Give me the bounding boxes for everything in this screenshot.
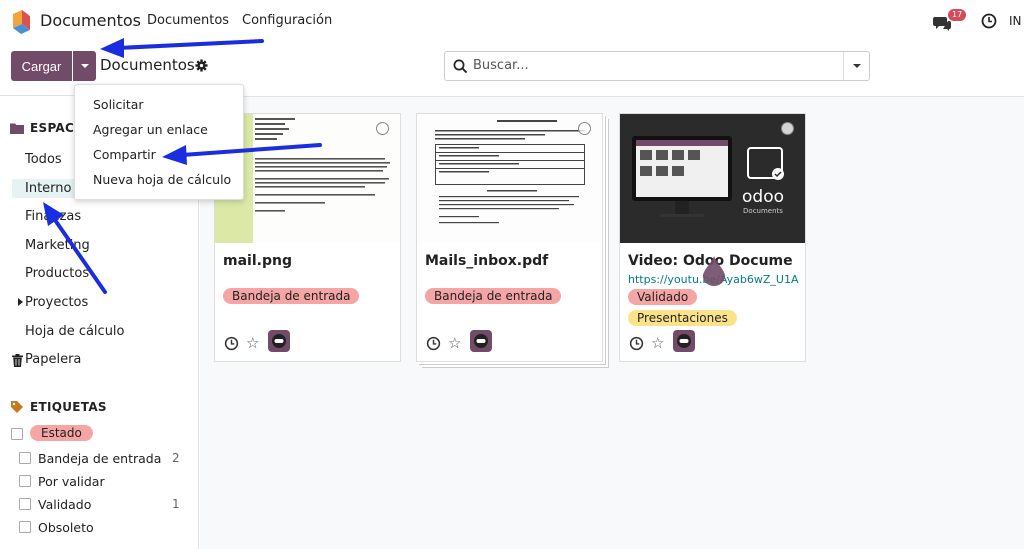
trash-icon — [12, 354, 23, 367]
clock-icon[interactable] — [981, 13, 997, 29]
tag-count: 2 — [172, 451, 180, 465]
sidebar-item-marketing[interactable]: Marketing — [25, 238, 90, 253]
breadcrumb: Documentos — [100, 56, 195, 74]
avatar-icon — [272, 334, 286, 348]
menu-item-nueva-hoja[interactable]: Nueva hoja de cálculo — [75, 170, 243, 195]
sidebar-item-finanzas[interactable]: Finanzas — [25, 209, 81, 224]
search-options-toggle[interactable] — [843, 52, 870, 80]
thumb-caption: Documents — [743, 207, 783, 215]
search-input[interactable] — [473, 58, 833, 73]
workspaces-title: ESPACIOS DE TRABAJO — [30, 121, 74, 135]
tag-icon — [11, 401, 23, 413]
top-navbar: Documentos Documentos Configuración 17 I… — [0, 0, 1024, 43]
menu-item-agregar-enlace[interactable]: Agregar un enlace — [75, 120, 243, 145]
document-card[interactable]: odoo Documents Video: Odoo Documents htt… — [619, 113, 806, 362]
sidebar-item-interno[interactable]: Interno — [12, 179, 84, 198]
document-card[interactable]: Mails_inbox.pdf Bandeja de entrada ☆ — [416, 113, 603, 362]
avatar[interactable] — [470, 330, 492, 352]
avatar-icon — [474, 334, 488, 348]
tag-group-estado[interactable]: Estado — [30, 425, 93, 441]
select-checkbox[interactable] — [578, 122, 591, 135]
upload-dropdown-toggle[interactable] — [73, 51, 96, 81]
upload-button[interactable]: Cargar — [11, 51, 72, 81]
clock-icon[interactable] — [629, 336, 644, 351]
sidebar-item-papelera[interactable]: Papelera — [25, 352, 81, 367]
menu-item-solicitar[interactable]: Solicitar — [75, 95, 243, 120]
chat-badge: 17 — [948, 9, 967, 21]
avatar[interactable] — [673, 330, 695, 352]
tag-group-checkbox[interactable] — [11, 428, 23, 440]
expand-icon[interactable] — [18, 298, 23, 306]
tag-label-por-validar[interactable]: Por validar — [38, 474, 105, 489]
tag-label-obsoleto[interactable]: Obsoleto — [38, 520, 94, 535]
gear-icon[interactable] — [195, 59, 208, 72]
chat-button[interactable]: 17 — [933, 9, 967, 32]
avatar-icon — [677, 334, 691, 348]
app-title[interactable]: Documentos — [40, 11, 141, 30]
clock-icon[interactable] — [426, 336, 441, 351]
tag-checkbox[interactable] — [19, 521, 31, 533]
sidebar-item-hoja-calculo[interactable]: Hoja de cálculo — [25, 324, 125, 339]
sidebar-item-proyectos[interactable]: Proyectos — [25, 295, 88, 310]
clock-icon[interactable] — [224, 336, 239, 351]
tag-label-bandeja[interactable]: Bandeja de entrada — [38, 451, 161, 466]
card-tag: Presentaciones — [628, 310, 737, 326]
search-icon — [453, 59, 468, 74]
card-title[interactable]: Mails_inbox.pdf — [425, 253, 597, 269]
tags-title: ETIQUETAS — [30, 400, 107, 414]
tag-label-validado[interactable]: Validado — [38, 497, 91, 512]
card-title[interactable]: mail.png — [223, 253, 395, 269]
star-icon[interactable]: ☆ — [246, 334, 259, 352]
star-icon[interactable]: ☆ — [448, 334, 461, 352]
menu-configuracion[interactable]: Configuración — [242, 13, 332, 28]
caret-down-icon — [80, 64, 89, 68]
tag-checkbox[interactable] — [19, 475, 31, 487]
card-tag: Bandeja de entrada — [223, 288, 360, 304]
folder-icon — [10, 123, 24, 134]
documents-kanban: mail.png Bandeja de entrada ☆ Mails_inbo… — [200, 96, 1024, 549]
user-menu[interactable]: IN — [1009, 14, 1022, 28]
card-tag: Validado — [628, 289, 698, 305]
card-tag: Bandeja de entrada — [425, 288, 562, 304]
thumb-brand: odoo — [742, 187, 784, 207]
select-checkbox[interactable] — [781, 122, 794, 135]
document-thumbnail[interactable] — [417, 114, 602, 243]
tag-checkbox[interactable] — [19, 452, 31, 464]
avatar[interactable] — [268, 330, 290, 352]
sidebar-item-productos[interactable]: Productos — [25, 266, 89, 281]
select-checkbox[interactable] — [376, 122, 389, 135]
tag-count: 1 — [172, 497, 180, 511]
search-bar — [444, 51, 870, 81]
caret-down-icon — [852, 64, 861, 68]
upload-dropdown-menu: Solicitar Agregar un enlace Compartir Nu… — [74, 84, 244, 200]
tag-checkbox[interactable] — [19, 498, 31, 510]
sidebar-item-todos[interactable]: Todos — [25, 152, 62, 167]
cursor-icon — [703, 256, 725, 286]
menu-item-compartir[interactable]: Compartir — [75, 145, 243, 170]
star-icon[interactable]: ☆ — [651, 334, 664, 352]
menu-documentos[interactable]: Documentos — [147, 13, 229, 28]
video-thumbnail[interactable]: odoo Documents — [620, 114, 805, 243]
app-logo-icon[interactable] — [10, 10, 32, 34]
